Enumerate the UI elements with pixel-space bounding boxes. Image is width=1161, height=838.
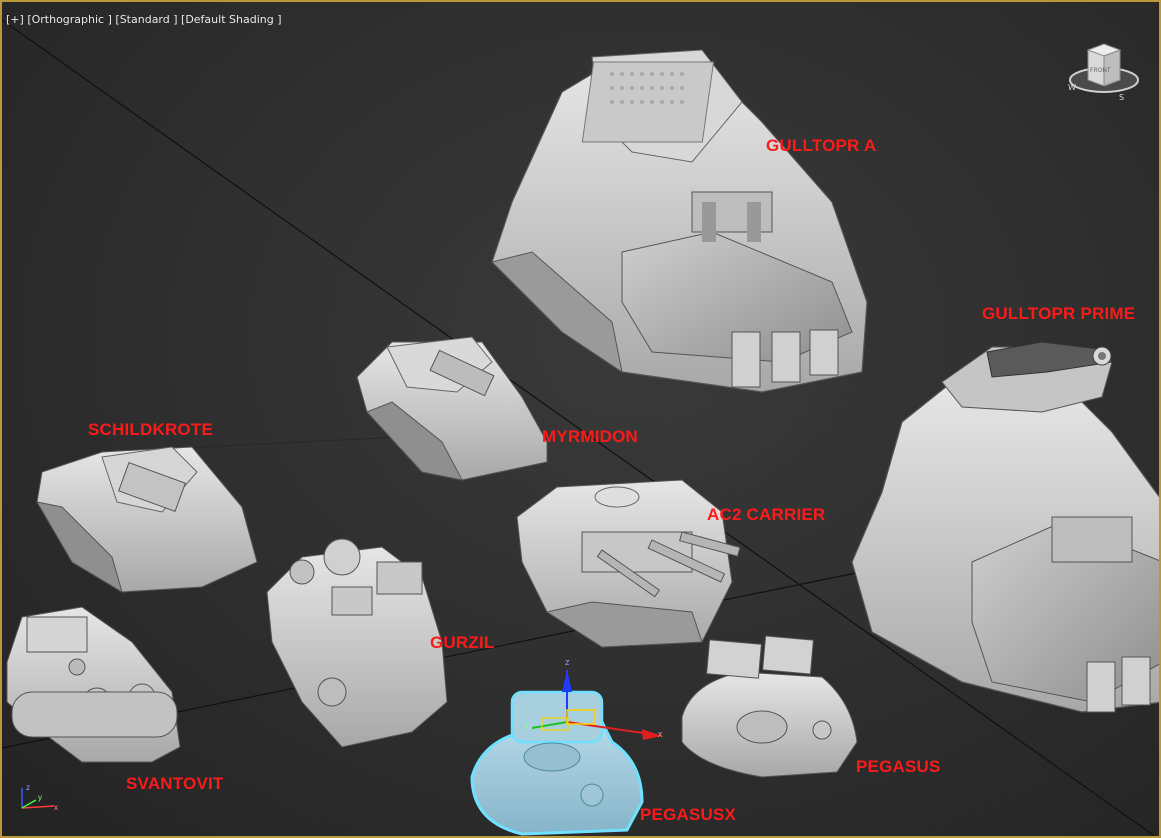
viewport-menu-button[interactable]: [+] bbox=[6, 13, 24, 26]
viewport-shading-label[interactable]: [Default Shading ] bbox=[181, 13, 281, 26]
tripod-x-label: x bbox=[54, 803, 58, 812]
gizmo-x-label: x bbox=[658, 729, 663, 739]
viewcube-icon: FRONT W S bbox=[1068, 43, 1139, 102]
tripod-y-label: y bbox=[38, 793, 42, 802]
viewcube[interactable]: FRONT W S bbox=[1064, 40, 1144, 104]
model-schildkrote[interactable] bbox=[36, 446, 258, 594]
compass-s-label: S bbox=[1119, 93, 1124, 102]
gizmo-z-label: z bbox=[565, 657, 570, 667]
model-svantovit[interactable] bbox=[6, 606, 181, 763]
model-myrmidon[interactable] bbox=[356, 336, 548, 481]
viewport-label-bar: [+] [Orthographic ] [Standard ] [Default… bbox=[6, 13, 282, 26]
gizmo-y-label: y bbox=[524, 720, 529, 730]
label-myrmidon: MYRMIDON bbox=[542, 427, 639, 446]
axis-tripod: z x y bbox=[14, 780, 62, 821]
compass-w-label: W bbox=[1068, 83, 1076, 92]
viewport-mode-label[interactable]: [Standard ] bbox=[115, 13, 177, 26]
model-gulltopr-a[interactable] bbox=[491, 49, 868, 393]
model-gurzil[interactable] bbox=[266, 538, 448, 748]
label-gulltopr-prime: GULLTOPR PRIME bbox=[982, 304, 1136, 323]
label-svantovit: SVANTOVIT bbox=[126, 774, 224, 793]
model-pegasus[interactable] bbox=[681, 635, 858, 778]
label-gulltopr-a: GULLTOPR A bbox=[766, 136, 877, 155]
label-gurzil: GURZIL bbox=[430, 633, 495, 652]
tripod-z-label: z bbox=[26, 783, 30, 792]
3d-viewport[interactable]: z x y [+] [Orthographic ] [Standard ] [D… bbox=[0, 0, 1161, 838]
label-schildkrote: SCHILDKROTE bbox=[88, 420, 213, 439]
viewport-view-label[interactable]: [Orthographic ] bbox=[27, 13, 112, 26]
label-ac2-carrier: AC2 CARRIER bbox=[707, 505, 826, 524]
model-gulltopr-prime[interactable] bbox=[851, 341, 1161, 713]
label-pegasus: PEGASUS bbox=[856, 757, 941, 776]
model-pegasusx-selected[interactable] bbox=[470, 670, 662, 836]
label-pegasusx: PEGASUSX bbox=[640, 805, 737, 824]
viewcube-face-label: FRONT bbox=[1090, 67, 1111, 74]
